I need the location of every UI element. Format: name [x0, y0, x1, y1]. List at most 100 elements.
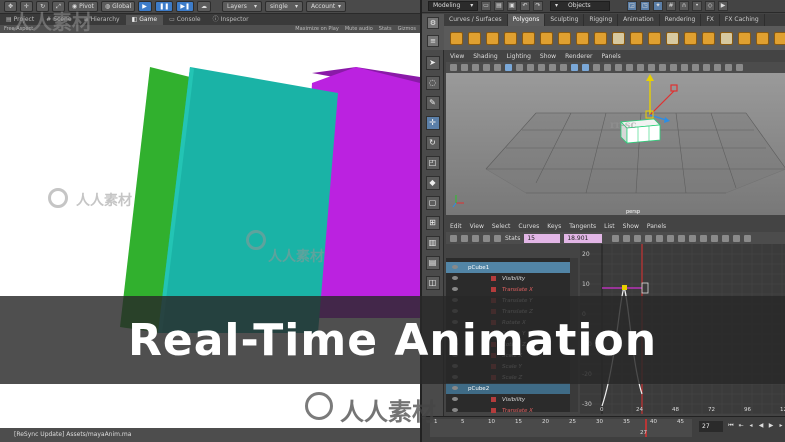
wireframe-on-shaded-icon[interactable]: [593, 64, 600, 71]
outliner-node-row[interactable]: pCube2: [446, 383, 578, 394]
account-dropdown[interactable]: Account ▾: [306, 1, 346, 12]
current-frame-field[interactable]: 27: [699, 421, 723, 432]
ambient-occlusion-icon[interactable]: [637, 64, 644, 71]
mirror-icon[interactable]: [774, 31, 785, 45]
menu-panels[interactable]: Panels: [601, 51, 620, 62]
step-back-key-icon[interactable]: ⇤: [737, 421, 745, 430]
save-icon[interactable]: ▣: [507, 1, 517, 11]
shelf-tab-curves-surfaces[interactable]: Curves / Surfaces: [444, 14, 508, 26]
menu-show[interactable]: Show: [540, 51, 556, 62]
step-forward-frame-icon[interactable]: ▸: [777, 421, 785, 430]
eye-icon[interactable]: [452, 265, 458, 269]
render-icon[interactable]: ▶: [718, 1, 728, 11]
lights-icon[interactable]: [615, 64, 622, 71]
shelf-tab-sculpting[interactable]: Sculpting: [545, 14, 585, 26]
outliner-node-row[interactable]: pCube1: [446, 262, 578, 273]
lasso-tool-icon[interactable]: ◌: [425, 76, 440, 90]
retime-icon[interactable]: [494, 234, 501, 242]
ge-menu-curves[interactable]: Curves: [518, 221, 539, 232]
color-management-icon[interactable]: [736, 64, 743, 71]
anti-aliasing-icon[interactable]: [659, 64, 666, 71]
textured-icon[interactable]: [604, 64, 611, 71]
rotate-tool-icon[interactable]: ↻: [425, 136, 440, 150]
step-back-frame-icon[interactable]: ◂: [747, 421, 755, 430]
merge-icon[interactable]: [756, 31, 769, 45]
fill-hole-icon[interactable]: [738, 31, 751, 45]
wireframe-icon[interactable]: [571, 64, 578, 71]
poly-plane-icon[interactable]: [540, 31, 553, 45]
play-forwards-icon[interactable]: ▶: [767, 421, 775, 430]
poly-torus-icon[interactable]: [522, 31, 535, 45]
layout-single-icon[interactable]: ▢: [425, 196, 440, 210]
select-tool-icon[interactable]: ➤: [425, 56, 440, 70]
poly-cube-icon[interactable]: [468, 31, 481, 45]
mute-audio-toggle[interactable]: Mute audio: [345, 26, 373, 32]
stats-frame-field[interactable]: 15: [524, 233, 561, 243]
outliner-attribute-row[interactable]: Translate X: [446, 284, 578, 295]
menu-renderer[interactable]: Renderer: [565, 51, 592, 62]
eye-icon[interactable]: [452, 408, 458, 412]
time-slider-ruler[interactable]: 1 5 10 15 20 25 30 35 40 45: [430, 419, 692, 437]
tab-console[interactable]: ▭ Console: [163, 15, 207, 25]
ge-menu-panels[interactable]: Panels: [647, 221, 666, 232]
shelf-tab-polygons[interactable]: Polygons: [507, 14, 546, 26]
xray-joints-icon[interactable]: [692, 64, 699, 71]
open-folder-icon[interactable]: ▤: [494, 1, 504, 11]
layout-dropdown[interactable]: single ▾: [265, 1, 303, 12]
smooth-icon[interactable]: [648, 31, 661, 45]
new-scene-icon[interactable]: ▭: [481, 1, 491, 11]
select-hierarchy-icon[interactable]: ◲: [627, 1, 637, 11]
move-tool-icon[interactable]: ✛: [425, 116, 440, 130]
ge-menu-view[interactable]: View: [470, 221, 484, 232]
poly-cylinder-icon[interactable]: [486, 31, 499, 45]
gamma-icon[interactable]: [725, 64, 732, 71]
boolean-icon[interactable]: [666, 31, 679, 45]
spline-tangent-icon[interactable]: [656, 234, 664, 242]
image-plane-icon[interactable]: [483, 64, 490, 71]
plateau-tangent-icon[interactable]: [711, 234, 719, 242]
outliner-attribute-row[interactable]: Visibility: [446, 394, 578, 405]
flat-tangent-icon[interactable]: [689, 234, 697, 242]
eye-icon[interactable]: [452, 276, 458, 280]
menu-shading[interactable]: Shading: [473, 51, 497, 62]
outliner-attribute-row[interactable]: Visibility: [446, 273, 578, 284]
camera-icon[interactable]: [450, 64, 457, 71]
select-component-icon[interactable]: ✦: [653, 1, 663, 11]
outliner-attribute-row[interactable]: Translate X: [446, 405, 578, 416]
poly-helix-icon[interactable]: [594, 31, 607, 45]
frame-all-icon[interactable]: [612, 234, 620, 242]
linear-tangent-icon[interactable]: [678, 234, 686, 242]
stats-toggle[interactable]: Stats: [379, 26, 392, 32]
tab-inspector[interactable]: ⓘ Inspector: [207, 15, 255, 25]
ge-menu-edit[interactable]: Edit: [450, 221, 462, 232]
step-button[interactable]: ▶❚: [176, 1, 194, 12]
pause-button[interactable]: ❚❚: [155, 1, 174, 12]
shelf-tab-animation[interactable]: Animation: [618, 14, 660, 26]
maximize-on-play-toggle[interactable]: Maximize on Play: [295, 26, 339, 32]
shelf-tab-fx-caching[interactable]: FX Caching: [720, 14, 765, 26]
combine-icon[interactable]: [612, 31, 625, 45]
poly-sphere-icon[interactable]: [450, 31, 463, 45]
xray-components-icon[interactable]: [703, 64, 710, 71]
shelf-tab-rendering[interactable]: Rendering: [660, 14, 702, 26]
exposure-icon[interactable]: [714, 64, 721, 71]
field-chart-icon[interactable]: [549, 64, 556, 71]
scale-tool-icon[interactable]: ◰: [425, 156, 440, 170]
redo-icon[interactable]: ↷: [533, 1, 543, 11]
extract-icon[interactable]: [630, 31, 643, 45]
ge-menu-show[interactable]: Show: [623, 221, 639, 232]
grid-toggle-icon[interactable]: [505, 64, 512, 71]
step-tangent-icon[interactable]: [700, 234, 708, 242]
time-slider[interactable]: 151015202530354045 27 27 ⏮ ⇤ ◂ ◀ ▶ ▸ ⇥ ⏭: [422, 416, 785, 442]
gizmos-dropdown[interactable]: Gizmos: [398, 26, 416, 32]
shelf-settings-icon[interactable]: ⚙: [427, 17, 439, 29]
perspective-viewport[interactable]: persp: [446, 73, 785, 215]
ge-menu-tangents[interactable]: Tangents: [569, 221, 596, 232]
layers-dropdown[interactable]: Layers ▾: [222, 1, 262, 12]
ge-menu-list[interactable]: List: [604, 221, 615, 232]
resolution-gate-icon[interactable]: [527, 64, 534, 71]
snap-view-icon[interactable]: ◇: [705, 1, 715, 11]
move-key-icon[interactable]: [450, 234, 457, 242]
poly-pipe-icon[interactable]: [576, 31, 589, 45]
menu-lighting[interactable]: Lighting: [507, 51, 531, 62]
